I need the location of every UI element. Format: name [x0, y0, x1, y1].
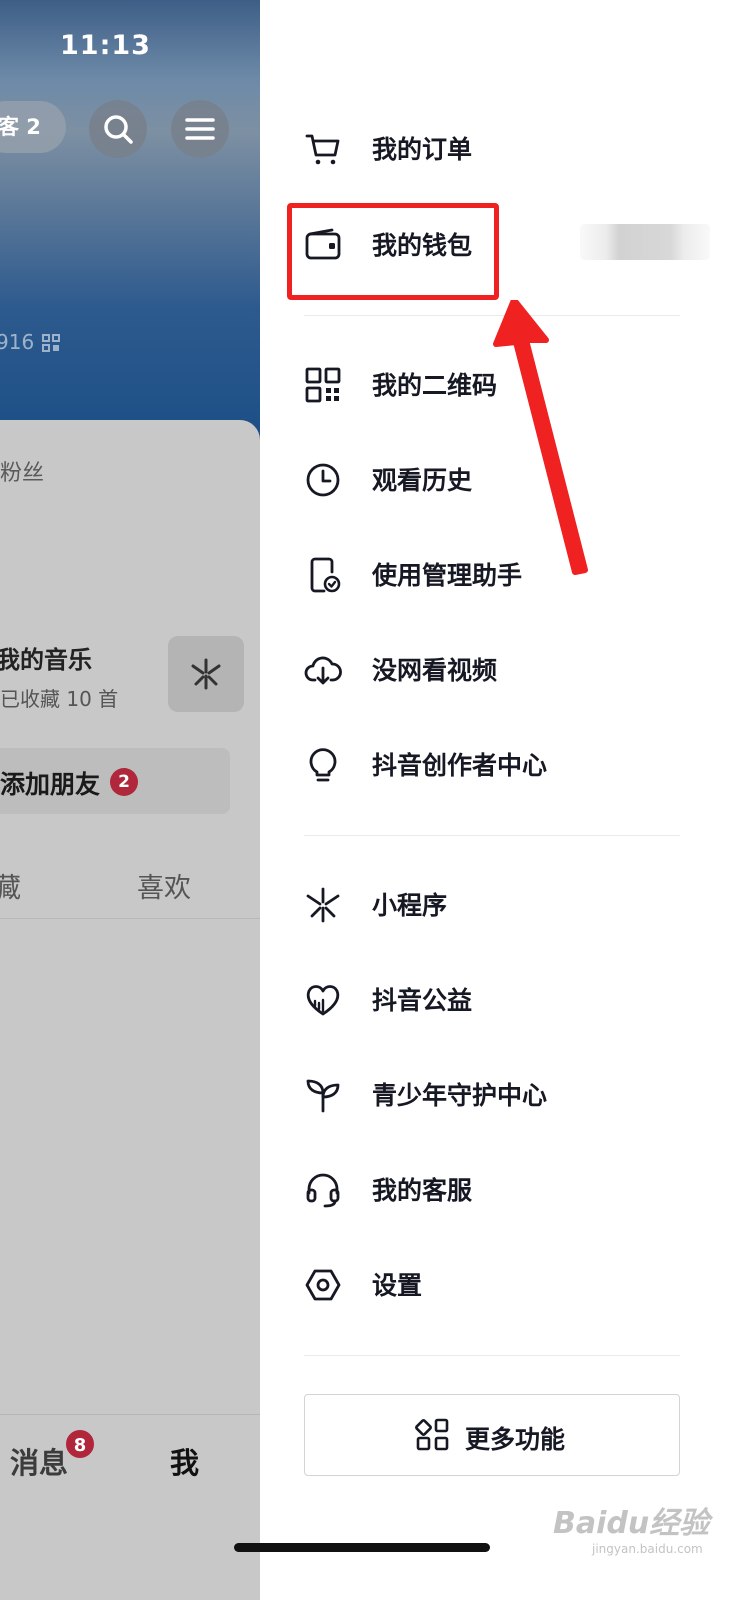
headset-icon [306, 1173, 340, 1208]
menu-item-my-orders[interactable]: 我的订单 [260, 110, 700, 190]
tab-likes[interactable]: 喜欢 [137, 866, 191, 905]
menu-item-offline-video[interactable]: 没网看视频 [260, 631, 700, 711]
add-friend-badge: 2 [110, 768, 138, 796]
more-features-label: 更多功能 [465, 1425, 566, 1454]
menu-item-label: 我的客服 [372, 1176, 473, 1205]
add-friend-label: 添加朋友 [0, 770, 101, 799]
qr-code-icon [305, 367, 341, 403]
section-divider [304, 1355, 680, 1356]
my-music-title[interactable]: 我的音乐 [0, 640, 92, 675]
profile-header-background [0, 0, 260, 440]
nav-messages[interactable]: 消息 [10, 1440, 68, 1482]
cloud-download-icon [304, 656, 342, 685]
status-time: 11:13 [60, 30, 151, 61]
profile-content-sheet [0, 420, 260, 1600]
profile-page-dimmed[interactable]: 11:13 客 2 916 粉丝 我的音乐 已收藏 10 首 添加朋友 2 藏 … [0, 0, 260, 1600]
menu-item-usage-manager[interactable]: 使用管理助手 [260, 536, 700, 616]
grid-icon [415, 1418, 449, 1451]
menu-button[interactable] [171, 100, 229, 158]
messages-badge: 8 [64, 1428, 96, 1460]
more-features-button[interactable]: 更多功能 [304, 1394, 680, 1476]
phone-check-icon [310, 557, 341, 593]
menu-item-label: 青少年守护中心 [372, 1081, 548, 1110]
clock-icon [306, 463, 340, 497]
menu-item-youth-protection[interactable]: 青少年守护中心 [260, 1056, 700, 1136]
highlight-box [287, 203, 499, 300]
wallet-balance-blurred [580, 224, 710, 260]
search-button[interactable] [89, 100, 147, 158]
tabs-divider [0, 918, 260, 919]
add-friend-button[interactable]: 添加朋友 2 [0, 748, 230, 814]
lightbulb-icon [309, 748, 337, 782]
menu-item-mini-programs[interactable]: 小程序 [260, 866, 700, 946]
menu-item-label: 小程序 [372, 891, 448, 920]
menu-item-customer-service[interactable]: 我的客服 [260, 1151, 700, 1231]
menu-item-label: 我的订单 [372, 135, 473, 164]
watermark: Baidu经验 [553, 1506, 710, 1541]
section-divider [304, 835, 680, 836]
sprout-icon [306, 1079, 340, 1113]
heart-icon [306, 985, 340, 1016]
nav-me[interactable]: 我 [170, 1440, 199, 1482]
annotation-arrow [493, 300, 588, 575]
fans-label[interactable]: 粉丝 [0, 455, 44, 487]
home-indicator[interactable] [234, 1543, 490, 1552]
search-icon [104, 115, 133, 144]
menu-item-watch-history[interactable]: 观看历史 [260, 441, 700, 521]
mini-program-icon [306, 887, 340, 923]
my-music-subtitle: 已收藏 10 首 [0, 687, 119, 711]
user-id-fragment: 916 [0, 330, 35, 354]
menu-item-label: 抖音公益 [372, 986, 473, 1015]
menu-item-settings[interactable]: 设置 [260, 1246, 700, 1326]
mini-program-shortcut[interactable] [168, 636, 244, 712]
visitors-button[interactable]: 客 2 [0, 101, 66, 153]
small-qr-icon[interactable] [42, 334, 60, 352]
hamburger-icon [185, 118, 215, 140]
watermark-sub: jingyan.baidu.com [592, 1542, 703, 1556]
menu-item-creator-center[interactable]: 抖音创作者中心 [260, 726, 700, 806]
hexagon-settings-icon [305, 1269, 341, 1301]
menu-item-douyin-charity[interactable]: 抖音公益 [260, 961, 700, 1041]
menu-item-label: 观看历史 [372, 466, 473, 495]
menu-item-label: 设置 [372, 1271, 423, 1300]
menu-item-label: 我的二维码 [372, 371, 498, 400]
menu-item-my-qr-code[interactable]: 我的二维码 [260, 346, 700, 426]
cart-icon [305, 134, 340, 165]
menu-item-label: 抖音创作者中心 [372, 751, 548, 780]
bottom-nav-divider [0, 1414, 260, 1415]
menu-item-label: 没网看视频 [372, 656, 498, 685]
mini-program-icon [191, 658, 221, 690]
tab-collections[interactable]: 藏 [0, 866, 21, 905]
